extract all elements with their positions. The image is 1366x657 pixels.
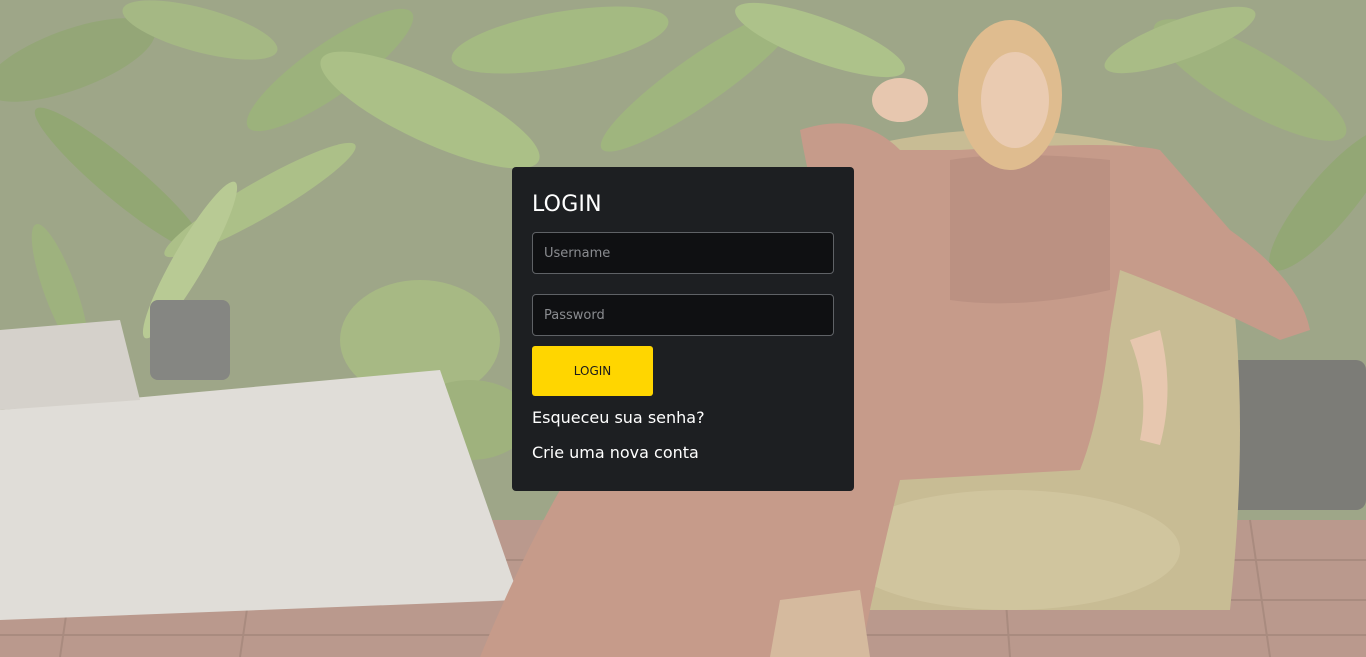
username-input[interactable] [532,232,834,274]
password-input[interactable] [532,294,834,336]
login-card: LOGIN LOGIN Esqueceu sua senha? Crie uma… [512,167,854,491]
login-button[interactable]: LOGIN [532,346,653,396]
login-title: LOGIN [532,192,602,217]
forgot-password-link[interactable]: Esqueceu sua senha? [532,407,834,429]
create-account-link[interactable]: Crie uma nova conta [532,442,834,464]
